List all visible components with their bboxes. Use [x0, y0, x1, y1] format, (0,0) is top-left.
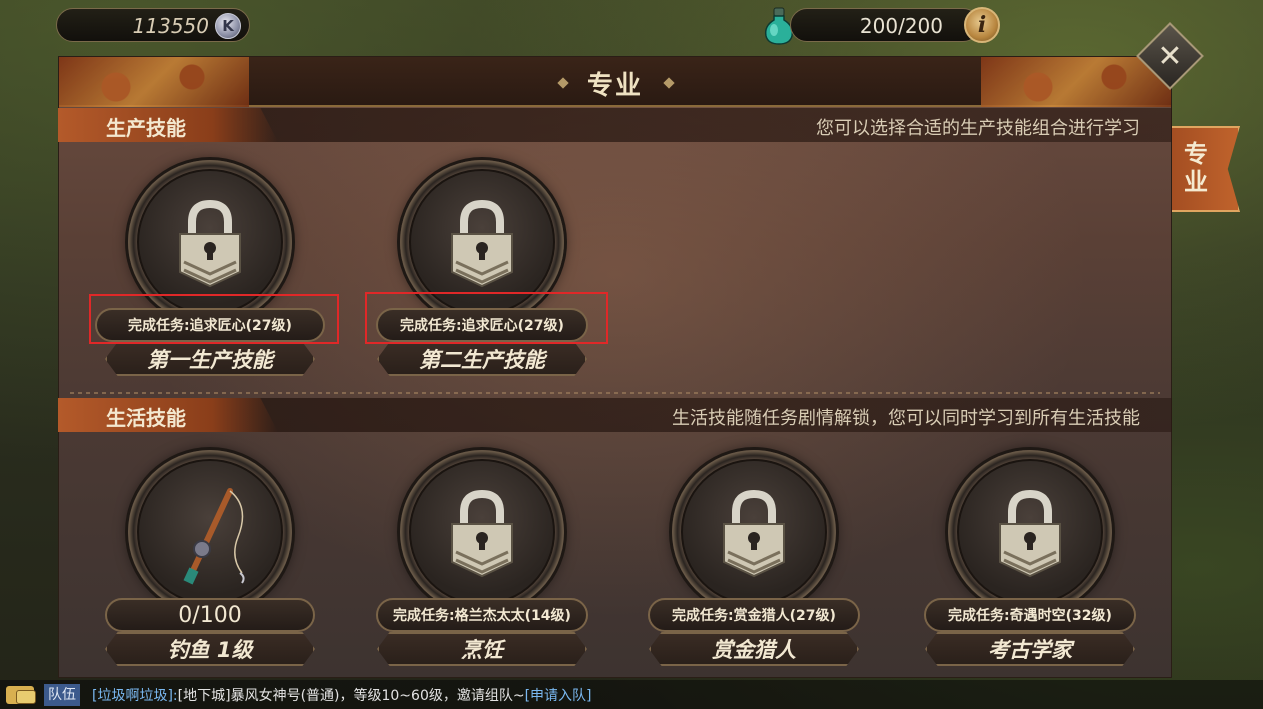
life-section-header: 生活技能 生活技能随任务剧情解锁，您可以同时学习到所有生活技能 [58, 398, 1172, 432]
lock-icon [999, 489, 1061, 578]
chat-bar[interactable]: 队伍 [垃圾啊垃圾]:[地下城]暴风女神号(普通)，等级10~60级，邀请组队~… [0, 680, 1263, 709]
requirement-label: 完成任务:赏金猎人(27级) [648, 598, 860, 632]
chat-message: [垃圾啊垃圾]:[地下城]暴风女神号(普通)，等级10~60级，邀请组队~[申请… [92, 685, 592, 705]
tab-profession[interactable]: 专业 [1172, 126, 1240, 212]
production-section-description: 您可以选择合适的生产技能组合进行学习 [816, 118, 1140, 139]
currency-display: 113550 K [56, 8, 250, 42]
currency-k-icon: K [215, 13, 241, 39]
panel-title: 专业 [586, 71, 643, 101]
requirement-label: 完成任务:格兰杰太太(14级) [376, 598, 588, 632]
fishing-progress: 0/100 [105, 598, 315, 632]
life-slot-fishing[interactable]: 0/100 钓鱼 1级 [80, 450, 340, 690]
skill-name-plate: 第一生产技能 [105, 342, 315, 376]
skill-name-plate: 赏金猎人 [649, 632, 859, 666]
stamina-display: 200/200 [790, 8, 980, 42]
skill-name-plate: 钓鱼 1级 [105, 632, 315, 666]
skill-name-plate: 烹饪 [377, 632, 587, 666]
join-team-link[interactable]: [申请入队] [525, 688, 592, 704]
highlight-box [365, 292, 608, 344]
highlight-box [89, 294, 339, 344]
fishing-rod-icon [183, 488, 245, 585]
stamina-value: 200/200 [859, 14, 943, 38]
requirement-label: 完成任务:奇遇时空(32级) [924, 598, 1136, 632]
skill-name-plate: 第二生产技能 [377, 342, 587, 376]
close-icon: ✕ [1157, 38, 1183, 74]
chat-sender[interactable]: [垃圾啊垃圾]: [92, 688, 178, 704]
life-section-description: 生活技能随任务剧情解锁，您可以同时学习到所有生活技能 [672, 408, 1140, 429]
chat-channel-badge: 队伍 [44, 684, 80, 706]
production-section-title: 生产技能 [106, 116, 186, 140]
production-slot-1[interactable]: 完成任务:追求匠心(27级) 第一生产技能 [80, 160, 340, 400]
skill-name-plate: 考古学家 [925, 632, 1135, 666]
life-slot-archaeologist[interactable]: 完成任务:奇遇时空(32级) 考古学家 [900, 450, 1160, 690]
lock-icon [451, 199, 513, 288]
chat-text: [地下城]暴风女神号(普通)，等级10~60级，邀请组队~ [177, 688, 525, 704]
production-section-header: 生产技能 您可以选择合适的生产技能组合进行学习 [58, 108, 1172, 142]
lock-icon [179, 199, 241, 288]
life-slot-bounty-hunter[interactable]: 完成任务:赏金猎人(27级) 赏金猎人 [624, 450, 884, 690]
production-slot-2[interactable]: 完成任务:追求匠心(27级) 第二生产技能 [352, 160, 612, 400]
info-icon[interactable]: i [964, 7, 1000, 43]
life-section-title: 生活技能 [106, 406, 186, 430]
panel-header: 专业 [59, 57, 1171, 107]
life-slot-cooking[interactable]: 完成任务:格兰杰太太(14级) 烹饪 [352, 450, 612, 690]
currency-value: 113550 [132, 14, 209, 38]
section-divider [70, 392, 1160, 394]
lock-icon [723, 489, 785, 578]
chat-bubble-icon[interactable] [6, 686, 36, 704]
lock-icon [451, 489, 513, 578]
tab-profession-label: 专业 [1184, 140, 1208, 196]
